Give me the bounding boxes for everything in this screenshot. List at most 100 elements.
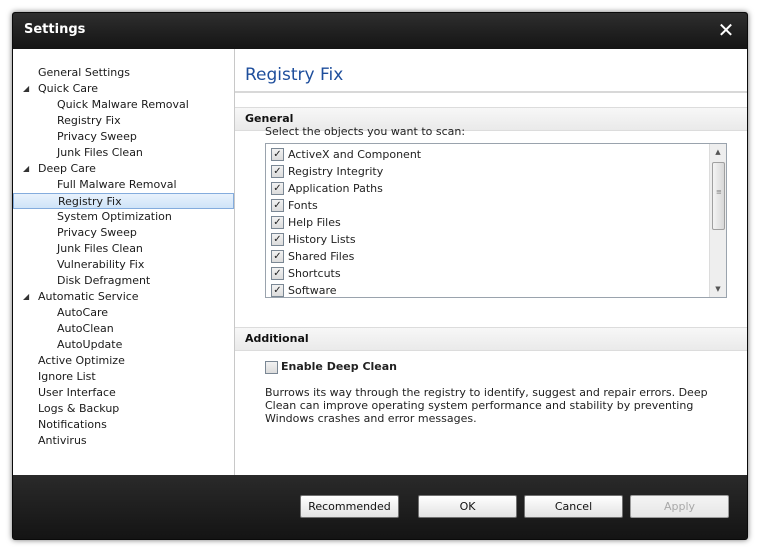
- expander-icon[interactable]: ◢: [23, 81, 32, 97]
- registry-fix-panel: Registry Fix General Select the objects …: [235, 49, 747, 475]
- window-title: Settings: [24, 22, 86, 37]
- sidebar-item[interactable]: Active Optimize: [13, 353, 234, 369]
- list-item[interactable]: ✓ Registry Integrity: [271, 163, 701, 180]
- object-checkbox[interactable]: ✓: [271, 182, 284, 195]
- list-item[interactable]: ✓ ActiveX and Component: [271, 146, 701, 163]
- sidebar-item[interactable]: ◢ Automatic Service: [13, 289, 234, 305]
- deep-clean-description: Burrows its way through the registry to …: [265, 386, 708, 425]
- sidebar-item-label: Notifications: [38, 418, 107, 431]
- object-checkbox[interactable]: ✓: [271, 284, 284, 297]
- sidebar-item-label: Full Malware Removal: [57, 178, 177, 191]
- sidebar-item-label: AutoClean: [57, 322, 114, 335]
- sidebar-item-label: Quick Malware Removal: [57, 98, 189, 111]
- sidebar-item-label: System Optimization: [57, 210, 172, 223]
- list-item[interactable]: ✓ Fonts: [271, 197, 701, 214]
- sidebar-item[interactable]: AutoCare: [13, 305, 234, 321]
- deep-clean-checkbox[interactable]: [265, 361, 278, 374]
- ok-button[interactable]: OK: [418, 495, 517, 518]
- sidebar-item[interactable]: Vulnerability Fix: [13, 257, 234, 273]
- object-label: Application Paths: [288, 182, 383, 195]
- sidebar-item-label: Deep Care: [38, 162, 96, 175]
- sidebar-item[interactable]: Logs & Backup: [13, 401, 234, 417]
- title-bar: Settings ✕: [13, 13, 747, 49]
- object-checkbox[interactable]: ✓: [271, 267, 284, 280]
- object-label: Software: [288, 284, 337, 297]
- sidebar-item[interactable]: AutoUpdate: [13, 337, 234, 353]
- title-divider: [235, 91, 747, 93]
- recommended-button[interactable]: Recommended: [300, 495, 399, 518]
- expander-icon[interactable]: ◢: [23, 289, 32, 305]
- sidebar-item-label: Antivirus: [38, 434, 87, 447]
- settings-window: Settings ✕ General Settings ◢ Quick Care Qu…: [12, 12, 748, 540]
- sidebar-item-label: General Settings: [38, 66, 130, 79]
- sidebar-item[interactable]: General Settings: [13, 65, 234, 81]
- object-checkbox[interactable]: ✓: [271, 148, 284, 161]
- sidebar-item[interactable]: Junk Files Clean: [13, 241, 234, 257]
- settings-tree: General Settings ◢ Quick Care Quick Malware…: [13, 49, 235, 475]
- sidebar-item-label: Junk Files Clean: [57, 146, 143, 159]
- object-label: Registry Integrity: [288, 165, 384, 178]
- sidebar-item[interactable]: Ignore List: [13, 369, 234, 385]
- dialog-footer: Recommended OK Cancel Apply: [13, 475, 747, 539]
- sidebar-item[interactable]: Full Malware Removal: [13, 177, 234, 193]
- deep-clean-label: Enable Deep Clean: [281, 360, 398, 373]
- scroll-down-icon[interactable]: ▼: [710, 281, 726, 297]
- sidebar-item-label: Active Optimize: [38, 354, 125, 367]
- expander-icon[interactable]: ◢: [23, 161, 32, 177]
- sidebar-item-label: Junk Files Clean: [57, 242, 143, 255]
- sidebar-item-label: Vulnerability Fix: [57, 258, 145, 271]
- list-item[interactable]: ✓ Help Files: [271, 214, 701, 231]
- additional-section-title: Additional: [245, 332, 309, 345]
- sidebar-item[interactable]: AutoClean: [13, 321, 234, 337]
- sidebar-item[interactable]: Disk Defragment: [13, 273, 234, 289]
- sidebar-item[interactable]: User Interface: [13, 385, 234, 401]
- object-checkbox[interactable]: ✓: [271, 250, 284, 263]
- object-checkbox[interactable]: ✓: [271, 233, 284, 246]
- sidebar-item-label: User Interface: [38, 386, 116, 399]
- object-checkbox[interactable]: ✓: [271, 199, 284, 212]
- sidebar-item-label: Registry Fix: [58, 195, 122, 208]
- sidebar-item[interactable]: Registry Fix: [13, 193, 234, 209]
- sidebar-item[interactable]: Quick Malware Removal: [13, 97, 234, 113]
- scroll-up-icon[interactable]: ▲: [710, 144, 726, 160]
- sidebar-item-label: Logs & Backup: [38, 402, 120, 415]
- sidebar-item-label: Automatic Service: [38, 290, 139, 303]
- page-title: Registry Fix: [245, 65, 344, 85]
- sidebar-item[interactable]: System Optimization: [13, 209, 234, 225]
- sidebar-item-label: Quick Care: [38, 82, 99, 95]
- sidebar-item[interactable]: ◢ Quick Care: [13, 81, 234, 97]
- object-label: History Lists: [288, 233, 356, 246]
- sidebar-item-label: Privacy Sweep: [57, 226, 137, 239]
- sidebar-item[interactable]: Antivirus: [13, 433, 234, 449]
- object-label: Shared Files: [288, 250, 355, 263]
- object-checkbox[interactable]: ✓: [271, 165, 284, 178]
- list-item[interactable]: ✓ History Lists: [271, 231, 701, 248]
- cancel-button[interactable]: Cancel: [524, 495, 623, 518]
- list-item[interactable]: ✓ Software: [271, 282, 701, 299]
- scan-objects-list[interactable]: ✓ ActiveX and Component ✓ Registry Integrit…: [265, 143, 727, 298]
- sidebar-item-label: Ignore List: [38, 370, 96, 383]
- sidebar-item[interactable]: ◢ Deep Care: [13, 161, 234, 177]
- apply-button: Apply: [630, 495, 729, 518]
- close-icon[interactable]: ✕: [715, 19, 737, 41]
- scroll-thumb[interactable]: ≡: [712, 162, 725, 230]
- sidebar-item-label: Registry Fix: [57, 114, 121, 127]
- list-item[interactable]: ✓ Shared Files: [271, 248, 701, 265]
- list-scrollbar[interactable]: ▲ ≡ ▼: [709, 144, 726, 297]
- object-label: Shortcuts: [288, 267, 341, 280]
- sidebar-item[interactable]: Notifications: [13, 417, 234, 433]
- sidebar-item[interactable]: Privacy Sweep: [13, 225, 234, 241]
- list-item[interactable]: ✓ Application Paths: [271, 180, 701, 197]
- sidebar-item[interactable]: Junk Files Clean: [13, 145, 234, 161]
- sidebar-item[interactable]: Registry Fix: [13, 113, 234, 129]
- sidebar-item-label: AutoCare: [57, 306, 109, 319]
- sidebar-item[interactable]: Privacy Sweep: [13, 129, 234, 145]
- grip-icon: ≡: [716, 188, 722, 196]
- object-label: Fonts: [288, 199, 318, 212]
- scan-objects-hint: Select the objects you want to scan:: [265, 125, 466, 138]
- list-item[interactable]: ✓ Shortcuts: [271, 265, 701, 282]
- additional-section-header: Additional: [235, 327, 747, 351]
- object-checkbox[interactable]: ✓: [271, 216, 284, 229]
- general-section-title: General: [245, 112, 294, 125]
- sidebar-item-label: Disk Defragment: [57, 274, 151, 287]
